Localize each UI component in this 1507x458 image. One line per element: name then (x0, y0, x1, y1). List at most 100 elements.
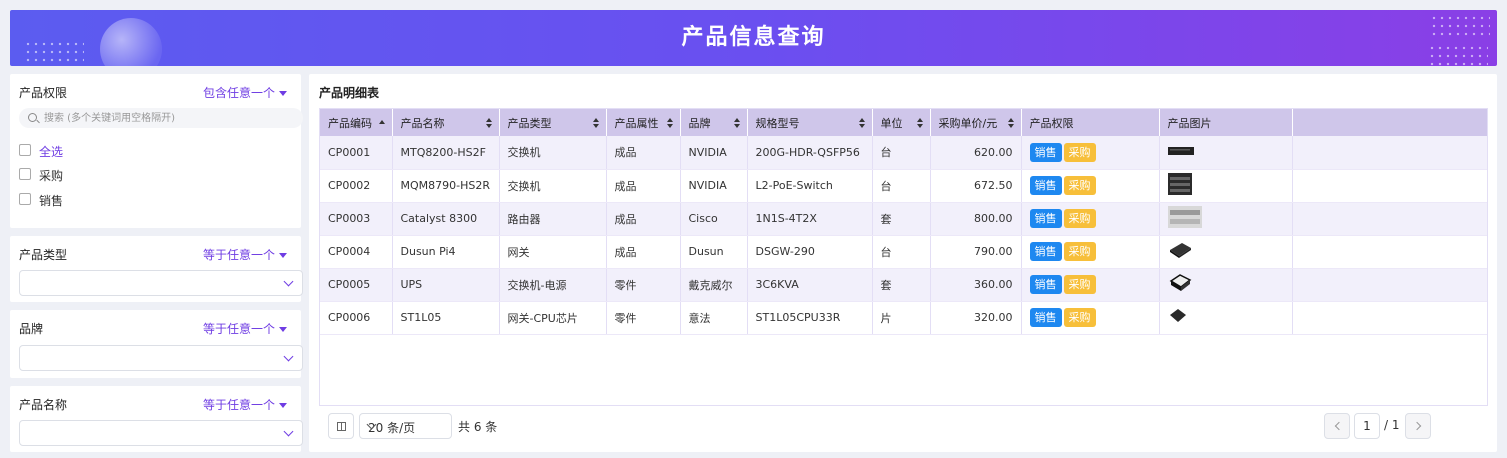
purchase-tag: 采购 (1063, 242, 1096, 261)
table-row[interactable]: CP0001 MTQ8200-HS2F 交换机 成品 NVIDIA 200G-HDR-QS… (320, 136, 1487, 170)
cell-image (1159, 136, 1293, 170)
cell-filler (1292, 169, 1487, 203)
cell-model: 3C6KVA (747, 268, 873, 302)
cell-price: 790.00 (930, 235, 1022, 269)
column-header-attr[interactable]: 产品属性 (606, 109, 681, 136)
column-settings-button[interactable] (328, 413, 354, 439)
sort-icon[interactable] (916, 118, 923, 128)
column-header-code[interactable]: 产品编码 (320, 109, 393, 136)
page-title: 产品信息查询 (681, 25, 826, 50)
column-header-unit[interactable]: 单位 (872, 109, 931, 136)
cell-brand: 意法 (680, 301, 748, 335)
table-header-row: 产品编码 产品名称 产品类型 产品属性 品牌 规格型号 单位 采购单价/元 产品… (320, 109, 1487, 136)
cell-permission: 销售 采购 (1021, 202, 1160, 236)
filter-card-permission: 产品权限 包含任意一个 全选 采购 销售 (10, 74, 303, 228)
cell-filler (1292, 235, 1487, 269)
table-row[interactable]: CP0002 MQM8790-HS2R 交换机 成品 NVIDIA L2-PoE-Swit… (320, 169, 1487, 203)
page-number-input[interactable]: 1 (1354, 413, 1380, 439)
cell-model: 200G-HDR-QSFP56 (747, 136, 873, 170)
cell-model: ST1L05CPU33R (747, 301, 873, 335)
cell-unit: 台 (872, 169, 931, 203)
cell-type: 交换机-电源 (499, 268, 607, 302)
column-header-type[interactable]: 产品类型 (499, 109, 607, 136)
sort-icon[interactable] (858, 118, 865, 128)
sale-tag: 销售 (1029, 176, 1062, 195)
type-select[interactable] (19, 270, 303, 296)
checkbox-label: 销售 (39, 194, 64, 208)
gateway-image[interactable] (1168, 241, 1192, 262)
checkbox[interactable] (19, 193, 31, 205)
column-header-price[interactable]: 采购单价/元 (930, 109, 1022, 136)
next-page-button[interactable] (1405, 413, 1431, 439)
filter-mode-dropdown[interactable]: 等于任意一个 (203, 320, 287, 337)
sort-icon[interactable] (1007, 118, 1014, 128)
filter-search-box[interactable] (19, 108, 303, 128)
sale-tag: 销售 (1029, 209, 1062, 228)
poe-switch-image[interactable] (1167, 173, 1192, 198)
cell-permission: 销售 采购 (1021, 235, 1160, 269)
purchase-tag: 采购 (1063, 308, 1096, 327)
table-row[interactable]: CP0003 Catalyst 8300 路由器 成品 Cisco 1N1S-4T2X 套 8… (320, 202, 1487, 236)
cell-name: MTQ8200-HS2F (392, 136, 500, 170)
purchase-tag: 采购 (1063, 142, 1096, 162)
name-select[interactable] (19, 420, 303, 446)
router-image[interactable] (1167, 206, 1202, 231)
cell-type: 路由器 (499, 202, 607, 236)
sort-asc-icon[interactable] (378, 120, 385, 124)
chevron-right-icon (1412, 421, 1422, 431)
sort-icon[interactable] (485, 118, 492, 128)
filter-title: 品牌 (19, 322, 44, 336)
cell-type: 交换机 (499, 169, 607, 203)
column-header-filler (1292, 109, 1487, 136)
cell-attr: 零件 (606, 301, 681, 335)
page-total: / 1 (1384, 418, 1400, 432)
table-row[interactable]: CP0004 Dusun Pi4 网关 成品 Dusun DSGW-290 台 790.00 销… (320, 235, 1487, 269)
brand-select[interactable] (19, 345, 303, 371)
caret-down-icon (279, 91, 287, 96)
page-banner: 产品信息查询 (10, 10, 1497, 66)
filter-search-input[interactable] (44, 110, 294, 126)
chip-image[interactable] (1168, 307, 1188, 328)
switch-image[interactable] (1167, 146, 1194, 159)
cell-price: 620.00 (930, 136, 1022, 170)
chevron-down-icon (283, 426, 294, 437)
sale-tag: 销售 (1029, 242, 1062, 261)
table-row[interactable]: CP0005 UPS 交换机-电源 零件 戴克威尔 3C6KVA 套 360.00 销售 采购 (320, 268, 1487, 302)
table-row[interactable]: CP0006 ST1L05 网关-CPU芯片 零件 意法 ST1L05CPU33R 片 320… (320, 301, 1487, 335)
cell-permission: 销售 采购 (1021, 136, 1160, 170)
cell-brand: 戴克威尔 (680, 268, 748, 302)
cell-image (1159, 202, 1293, 236)
filter-card-name: 产品名称 等于任意一个 (10, 386, 303, 452)
ups-image[interactable] (1168, 273, 1192, 296)
filter-mode-dropdown[interactable]: 包含任意一个 (203, 84, 287, 101)
sort-icon[interactable] (592, 118, 599, 128)
product-table: 产品编码 产品名称 产品类型 产品属性 品牌 规格型号 单位 采购单价/元 产品… (319, 108, 1488, 406)
cell-code: CP0005 (320, 268, 393, 302)
columns-icon (337, 422, 346, 431)
cell-permission: 销售 采购 (1021, 169, 1160, 203)
column-header-model[interactable]: 规格型号 (747, 109, 873, 136)
cell-filler (1292, 136, 1487, 170)
cell-code: CP0003 (320, 202, 393, 236)
purchase-tag: 采购 (1063, 209, 1096, 228)
cell-filler (1292, 301, 1487, 335)
chevron-left-icon (1334, 421, 1344, 431)
column-header-name[interactable]: 产品名称 (392, 109, 500, 136)
cell-name: Dusun Pi4 (392, 235, 500, 269)
filter-title: 产品类型 (19, 248, 68, 262)
prev-page-button[interactable] (1324, 413, 1350, 439)
column-header-brand[interactable]: 品牌 (680, 109, 748, 136)
purchase-tag: 采购 (1063, 176, 1096, 195)
cell-name: UPS (392, 268, 500, 302)
filter-mode-dropdown[interactable]: 等于任意一个 (203, 396, 287, 413)
chevron-down-icon (283, 276, 294, 287)
page-size-select[interactable]: 20 条/页 (359, 413, 452, 439)
cell-image (1159, 268, 1293, 302)
checkbox[interactable] (19, 144, 31, 156)
cell-brand: Dusun (680, 235, 748, 269)
filter-mode-dropdown[interactable]: 等于任意一个 (203, 246, 287, 263)
sort-icon[interactable] (666, 118, 673, 128)
sort-icon[interactable] (733, 118, 740, 128)
cell-price: 800.00 (930, 202, 1022, 236)
checkbox[interactable] (19, 168, 31, 180)
